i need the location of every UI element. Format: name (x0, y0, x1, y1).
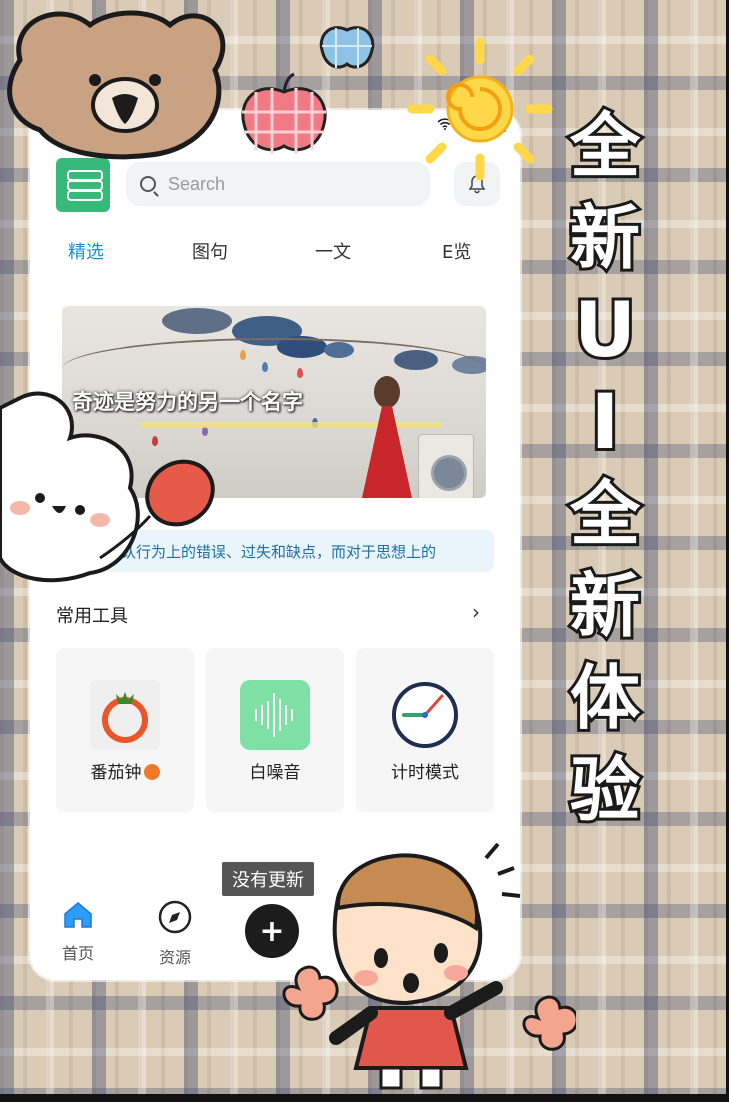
tomato-emoji-icon (143, 764, 160, 780)
headline-char: 验 (567, 746, 643, 834)
tool-label: 番茄钟 (56, 758, 194, 783)
headline-char: I (588, 374, 622, 469)
apple-sticker-icon (241, 72, 327, 154)
headline-char: 新 (567, 562, 643, 650)
nav-resources[interactable]: 资源 (145, 900, 205, 968)
headline-char: 体 (567, 654, 643, 742)
nav-label: 资源 (158, 948, 191, 967)
tool-label: 白噪音 (249, 763, 301, 783)
home-icon (64, 902, 92, 928)
girl-figure-head (374, 376, 400, 408)
nav-home[interactable]: 首页 (48, 900, 108, 964)
clock-icon (392, 682, 458, 748)
promo-headline: 全 新 U I 全 新 体 验 (560, 100, 650, 836)
tab-articles[interactable]: 一文 (315, 238, 351, 264)
washer-door (431, 455, 467, 491)
raindrop (297, 368, 303, 378)
tool-tomato-timer[interactable]: 番茄钟 (56, 648, 194, 812)
logo-stack-bar (67, 190, 103, 201)
tomato-timer-icon (90, 680, 160, 750)
tab-bar: 精选 图句 一文 E览 (30, 238, 520, 268)
sound-wave-icon (240, 680, 310, 750)
washing-machine (418, 434, 474, 498)
compass-icon (158, 900, 192, 934)
tool-white-noise[interactable]: 白噪音 (206, 648, 344, 812)
sun-sticker-icon (407, 37, 553, 181)
search-input[interactable] (166, 172, 410, 196)
headline-char: 新 (567, 194, 643, 282)
tab-featured[interactable]: 精选 (68, 238, 104, 264)
headline-char: 全 (567, 102, 643, 190)
tool-label: 计时模式 (391, 763, 459, 783)
headline-char: 全 (567, 470, 643, 558)
cloud (162, 308, 232, 334)
chevron-right-icon[interactable]: › (472, 600, 480, 624)
raindrop (240, 350, 246, 360)
nav-label: 首页 (61, 944, 94, 963)
bunny-balloon-sticker-icon (0, 391, 215, 583)
headline-char: U (571, 282, 639, 377)
search-icon (140, 176, 156, 192)
bear-sticker-icon (7, 10, 226, 160)
tool-timer-mode[interactable]: 计时模式 (356, 648, 494, 812)
kid-sticker-icon (282, 842, 576, 1090)
raindrop (262, 362, 268, 372)
girl-figure-dress (362, 406, 412, 498)
frame-edge-bottom (0, 1094, 729, 1102)
tab-image-quotes[interactable]: 图句 (192, 238, 228, 264)
blue-apple-sticker-icon (319, 26, 375, 69)
tab-e-browse[interactable]: E览 (442, 238, 471, 264)
